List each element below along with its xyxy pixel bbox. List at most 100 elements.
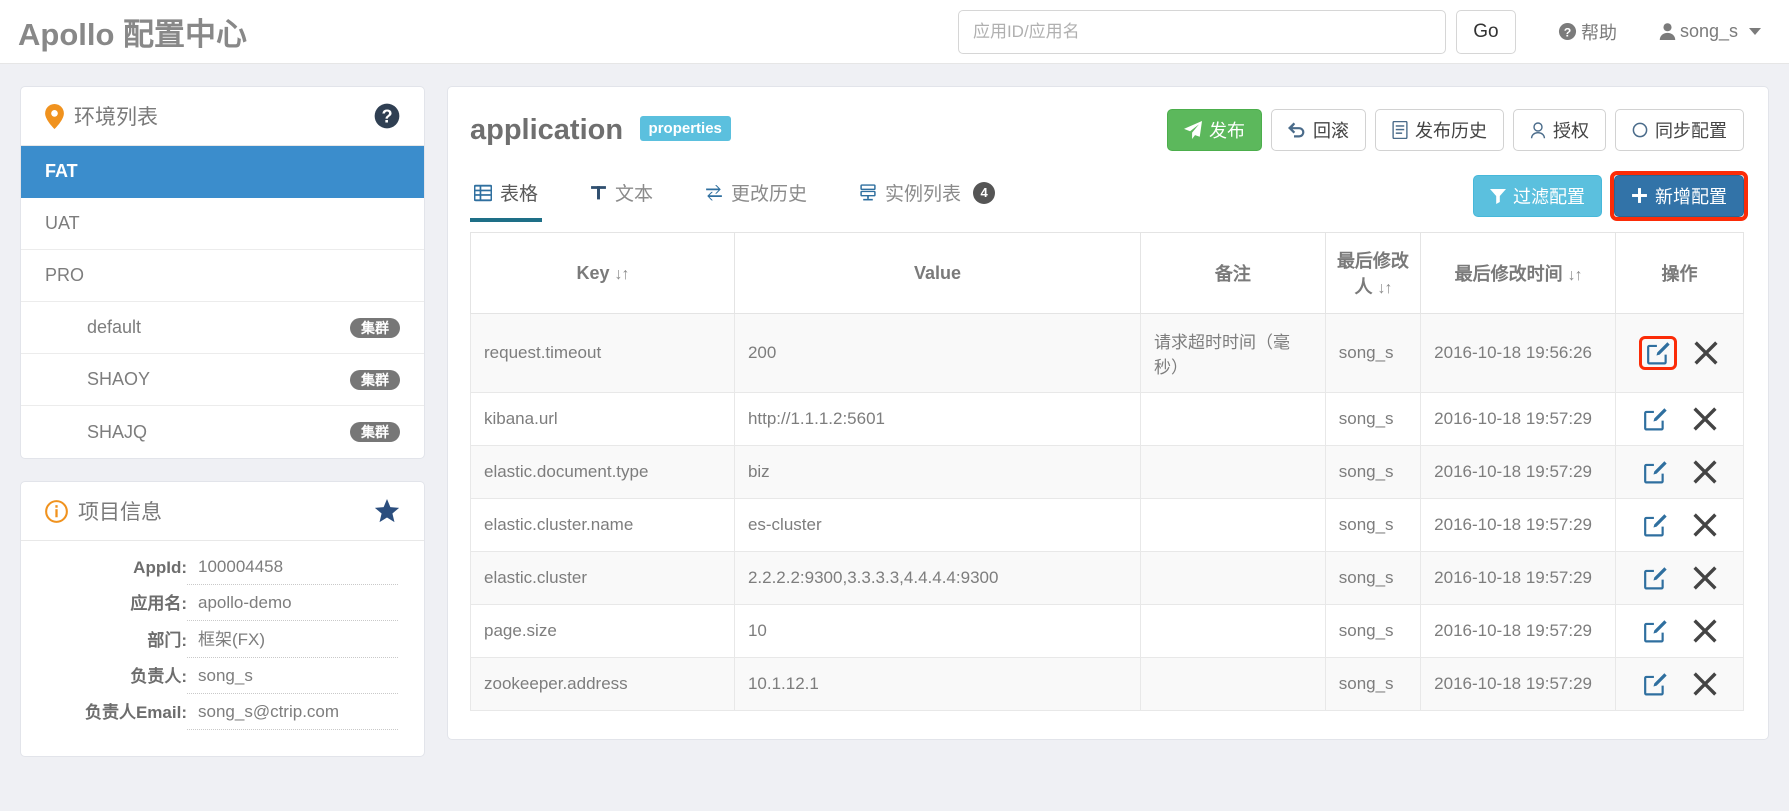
filter-config-label: 过滤配置: [1513, 186, 1585, 207]
project-info-value: apollo-demo: [187, 593, 398, 621]
cell-user: song_s: [1324, 498, 1422, 552]
main-content: application properties 发布 回滚 发布历史 授权 同步配置 表格…: [447, 86, 1769, 757]
cell-time: 2016-10-18 19:57:29: [1420, 604, 1617, 658]
undo-icon: [1288, 122, 1306, 138]
cell-value: 10: [733, 604, 1141, 658]
add-config-highlight: 新增配置: [1610, 170, 1748, 221]
edit-config-button[interactable]: [1643, 566, 1667, 590]
tab-server[interactable]: 实例列表 4: [855, 169, 999, 222]
cell-operations: [1615, 313, 1744, 393]
table-row: page.size 10 song_s 2016-10-18 19:57:29: [470, 604, 1744, 658]
delete-config-button[interactable]: [1692, 513, 1717, 537]
edit-config-button[interactable]: [1643, 407, 1667, 431]
delete-config-button[interactable]: [1693, 341, 1718, 365]
cell-value: biz: [733, 445, 1141, 499]
table-row: zookeeper.address 10.1.12.1 song_s 2016-10-…: [470, 657, 1744, 711]
env-item-label: SHAJQ: [87, 421, 148, 442]
env-item-pro[interactable]: PRO: [21, 250, 424, 302]
edit-config-button[interactable]: [1643, 513, 1667, 537]
user-menu[interactable]: song_s: [1659, 21, 1761, 42]
svg-text:?: ?: [381, 107, 392, 127]
edit-config-button[interactable]: [1638, 336, 1677, 370]
cell-user: song_s: [1324, 551, 1422, 605]
filter-icon: [1490, 188, 1506, 204]
chevron-down-icon: [1749, 28, 1761, 35]
cell-operations: [1615, 604, 1744, 658]
cell-time: 2016-10-18 19:57:29: [1420, 551, 1617, 605]
cluster-item-shajq[interactable]: SHAJQ 集群: [21, 406, 424, 458]
sort-icon[interactable]: ↓↑: [1568, 267, 1583, 285]
search-input[interactable]: [957, 9, 1446, 54]
table-row: elastic.cluster.name es-cluster song_s 2016…: [470, 498, 1744, 552]
sort-icon[interactable]: ↓↑: [614, 266, 629, 284]
project-info-label: 部门:: [147, 631, 187, 650]
action-button-undo[interactable]: 回滚: [1271, 109, 1366, 151]
env-item-fat[interactable]: FAT: [21, 146, 424, 198]
edit-config-button[interactable]: [1643, 672, 1667, 696]
brand-name-en: Apollo: [18, 17, 115, 52]
app-brand[interactable]: Apollo 配置中心: [18, 9, 247, 54]
namespace-format-badge: properties: [639, 115, 731, 141]
tab-text[interactable]: 文本: [586, 169, 657, 222]
environment-list: FAT UAT PRO default 集群 SHAOY 集群 SHAJQ 集群: [21, 146, 424, 458]
env-item-uat[interactable]: UAT: [21, 198, 424, 250]
table-row: elastic.document.type biz song_s 2016-10-18…: [470, 445, 1744, 499]
project-info-label: 负责人Email:: [84, 703, 187, 722]
env-item-label: UAT: [45, 213, 80, 233]
action-button-user[interactable]: 授权: [1513, 109, 1606, 151]
cluster-item-shaoy[interactable]: SHAOY 集群: [21, 354, 424, 406]
environment-help-icon[interactable]: ?: [374, 103, 400, 129]
filter-config-button[interactable]: 过滤配置: [1473, 174, 1602, 217]
cell-note: [1139, 551, 1326, 605]
sort-icon[interactable]: ↓↑: [1377, 280, 1392, 298]
project-info-value: 100004458: [187, 557, 398, 585]
project-info-row: AppId: 100004458: [35, 557, 398, 585]
question-circle-icon: ?: [1558, 22, 1577, 41]
help-link[interactable]: ? 帮助: [1558, 19, 1617, 45]
delete-config-button[interactable]: [1692, 566, 1717, 590]
search-go-button[interactable]: Go: [1455, 9, 1516, 54]
tab-label: 更改历史: [731, 184, 808, 205]
action-button-circle-o[interactable]: 同步配置: [1615, 109, 1744, 151]
table-column-header[interactable]: 最后修改时间 ↓↑: [1420, 232, 1617, 314]
delete-config-button[interactable]: [1692, 460, 1717, 484]
circle-o-icon: [1632, 122, 1648, 138]
cell-key: elastic.document.type: [470, 445, 735, 499]
table-column-header[interactable]: Key ↓↑: [470, 232, 735, 314]
table-row: request.timeout 200 请求超时时间（毫秒） song_s 2016-1…: [470, 313, 1744, 393]
action-button-label: 发布历史: [1415, 121, 1487, 141]
namespace-title-group: application properties: [470, 114, 731, 147]
app-search: Go: [957, 9, 1516, 54]
edit-config-button[interactable]: [1643, 619, 1667, 643]
namespace-action-buttons: 发布 回滚 发布历史 授权 同步配置: [1167, 109, 1744, 151]
cell-operations: [1615, 551, 1744, 605]
tab-exchange[interactable]: 更改历史: [701, 169, 811, 222]
action-button-file-text[interactable]: 发布历史: [1375, 109, 1504, 151]
cell-time: 2016-10-18 19:57:29: [1420, 392, 1617, 446]
cluster-item-default[interactable]: default 集群: [21, 302, 424, 354]
delete-config-button[interactable]: [1692, 407, 1717, 431]
project-info-body: AppId: 100004458 应用名: apollo-demo 部门: 框架(FX) 负…: [21, 541, 424, 756]
namespace-header: application properties 发布 回滚 发布历史 授权 同步配置: [448, 87, 1768, 163]
project-info-row: 应用名: apollo-demo: [35, 589, 398, 621]
cell-operations: [1615, 498, 1744, 552]
cell-note: [1139, 604, 1326, 658]
cell-key: request.timeout: [470, 313, 735, 393]
project-info-value: song_s: [187, 666, 398, 694]
table-column-label: 最后修改人: [1336, 251, 1409, 297]
favorite-star-icon[interactable]: [374, 498, 400, 524]
tab-count-badge: 4: [973, 181, 996, 204]
delete-config-button[interactable]: [1692, 619, 1717, 643]
action-button-paper-plane[interactable]: 发布: [1167, 109, 1262, 151]
tab-table[interactable]: 表格: [470, 169, 543, 222]
edit-config-button[interactable]: [1643, 460, 1667, 484]
tab-label: 文本: [615, 184, 654, 205]
cell-value: 2.2.2.2:9300,3.3.3.3,4.4.4.4:9300: [733, 551, 1141, 605]
cell-time: 2016-10-18 19:57:29: [1420, 445, 1617, 499]
delete-config-button[interactable]: [1692, 672, 1717, 696]
cluster-badge: 集群: [350, 422, 400, 442]
add-config-button[interactable]: 新增配置: [1614, 174, 1744, 217]
table-column-header[interactable]: 最后修改人 ↓↑: [1324, 232, 1422, 314]
project-info-row: 负责人: song_s: [35, 662, 398, 694]
project-info-row: 负责人Email: song_s@ctrip.com: [35, 698, 398, 730]
